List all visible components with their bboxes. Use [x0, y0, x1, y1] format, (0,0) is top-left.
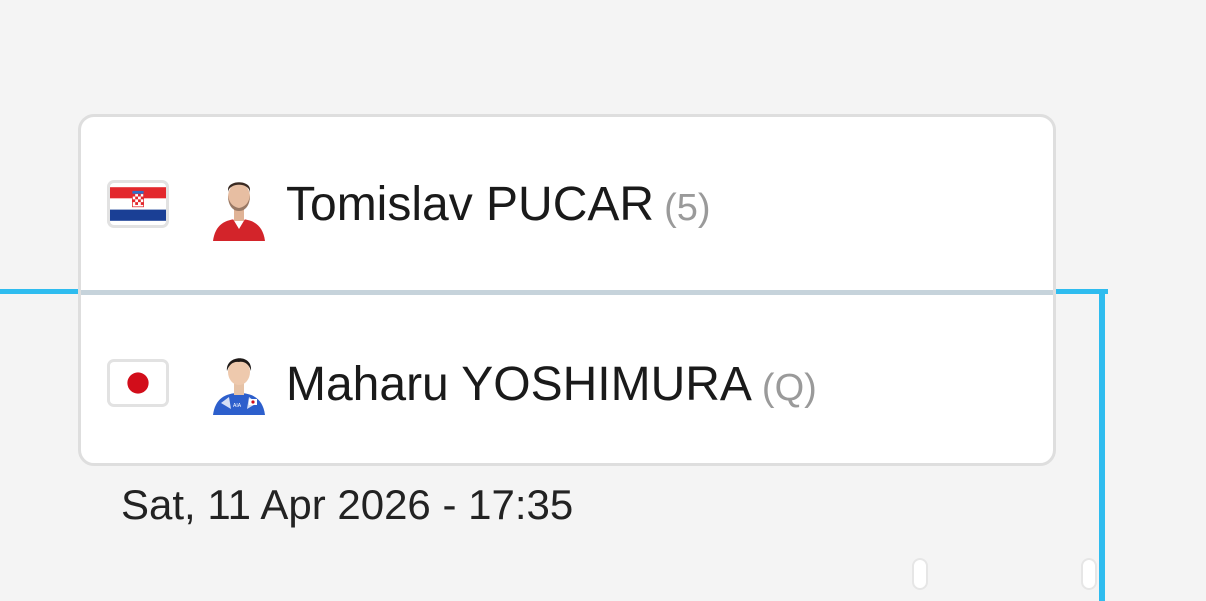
match-card[interactable]: Tomislav PUCAR (5) AIA Maharu YOSHIMURA …	[78, 114, 1056, 466]
japan-flag-icon	[107, 359, 169, 407]
player-1-seed: (5)	[664, 187, 711, 229]
japan-flag-graphic	[110, 362, 166, 404]
player-1-name-text: Tomislav PUCAR	[286, 178, 655, 231]
ghost-handle-right	[1081, 558, 1097, 590]
bracket-connector-left	[0, 289, 82, 294]
player-2-seed: (Q)	[761, 367, 817, 409]
player-2-name: Maharu YOSHIMURA (Q)	[286, 361, 817, 409]
player-1-avatar-icon	[213, 182, 265, 241]
svg-text:AIA: AIA	[233, 403, 242, 409]
croatia-flag-icon	[107, 180, 169, 228]
match-datetime: Sat, 11 Apr 2026 - 17:35	[121, 481, 574, 528]
bracket-stage: Tomislav PUCAR (5) AIA Maharu YOSHIMURA …	[0, 0, 1206, 601]
croatia-flag-graphic	[110, 187, 166, 221]
player-2-avatar-icon: AIA	[213, 358, 265, 415]
player-row-1[interactable]: Tomislav PUCAR (5)	[81, 117, 1053, 291]
ghost-handle-left	[912, 558, 928, 590]
bracket-connector-vertical	[1099, 289, 1105, 601]
player-2-name-text: Maharu YOSHIMURA	[286, 358, 752, 411]
player-row-2[interactable]: AIA Maharu YOSHIMURA (Q)	[81, 295, 1053, 463]
player-1-name: Tomislav PUCAR (5)	[286, 181, 711, 229]
